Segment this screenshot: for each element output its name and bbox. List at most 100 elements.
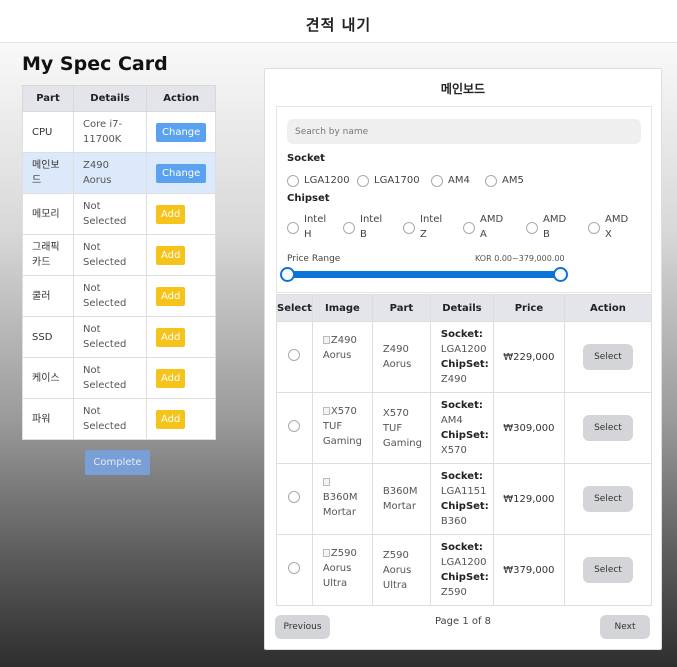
spec-row: 메모리 Not Selected Add [22, 193, 217, 235]
action-cell: Select [563, 321, 653, 393]
spec-action-cell: Add [145, 316, 217, 358]
price-slider-min-handle[interactable] [280, 267, 295, 282]
spec-details: Not Selected [73, 357, 147, 399]
spec-part: 메인보드 [22, 152, 74, 194]
select-cell [276, 321, 313, 393]
spec-part: CPU [22, 111, 74, 153]
spec-action-cell: Add [145, 275, 217, 317]
radio-icon [526, 222, 538, 234]
select-radio[interactable] [288, 490, 301, 503]
product-part: X570 TUF Gaming [371, 392, 431, 464]
spec-col-details: Details [73, 85, 147, 112]
product-part: Z490 Aorus [371, 321, 431, 393]
col-select: Select [276, 294, 313, 322]
spec-table: Part Details Action CPU Core i7-11700K C… [22, 85, 217, 440]
spec-card-title: My Spec Card [22, 53, 168, 75]
product-image: B360M Mortar [311, 463, 373, 535]
product-image: Z490 Aorus [311, 321, 373, 393]
radio-icon [343, 222, 355, 234]
spec-details: Core i7-11700K [73, 111, 147, 153]
spec-row: 케이스 Not Selected Add [22, 357, 217, 399]
radio-icon [403, 222, 415, 234]
product-header-row: Select Image Part Details Price Action [276, 294, 653, 322]
product-price: ₩309,000 [492, 392, 565, 464]
search-input[interactable] [287, 119, 641, 144]
add-button[interactable]: Add [156, 409, 186, 429]
spec-col-part: Part [22, 85, 74, 112]
spec-action-cell: Add [145, 398, 217, 440]
col-action: Action [563, 294, 653, 322]
select-cell [276, 392, 313, 464]
product-image: X570 TUF Gaming [311, 392, 373, 464]
spec-details: Not Selected [73, 234, 147, 276]
add-button[interactable]: Add [156, 245, 186, 265]
spec-part: 케이스 [22, 357, 74, 399]
broken-image-icon [322, 549, 330, 557]
select-radio[interactable] [288, 419, 301, 432]
change-button[interactable]: Change [156, 163, 207, 183]
chipset-label: Chipset [287, 193, 330, 204]
select-radio[interactable] [288, 561, 301, 574]
complete-button[interactable]: Complete [85, 450, 150, 475]
add-button[interactable]: Add [156, 327, 186, 347]
broken-image-icon [322, 407, 330, 415]
select-radio[interactable] [288, 348, 301, 361]
add-button[interactable]: Add [156, 368, 186, 388]
change-button[interactable]: Change [156, 122, 207, 142]
spec-part: 그래픽카드 [22, 234, 74, 276]
product-details: Socket: AM4 ChipSet: X570 [429, 392, 494, 464]
spec-action-cell: Add [145, 193, 217, 235]
select-button[interactable]: Select [583, 344, 633, 370]
select-cell [276, 534, 313, 606]
add-button[interactable]: Add [156, 286, 186, 306]
col-part: Part [371, 294, 431, 322]
product-price: ₩229,000 [492, 321, 565, 393]
spec-action-cell: Change [145, 111, 217, 153]
spec-action-cell: Add [145, 234, 217, 276]
spec-details: Not Selected [73, 193, 147, 235]
select-button[interactable]: Select [583, 486, 633, 512]
product-part: Z590 Aorus Ultra [371, 534, 431, 606]
next-button[interactable]: Next [600, 615, 650, 639]
price-range-label: Price Range [287, 254, 341, 264]
spec-header-row: Part Details Action [22, 85, 217, 112]
spec-part: 쿨러 [22, 275, 74, 317]
spec-row: 메인보드 Z490 Aorus Change [22, 152, 217, 194]
spec-part: 메모리 [22, 193, 74, 235]
price-slider-max-handle[interactable] [553, 267, 568, 282]
product-details: Socket: LGA1200 ChipSet: Z590 [429, 534, 494, 606]
product-price: ₩129,000 [492, 463, 565, 535]
price-slider-track[interactable] [287, 271, 561, 278]
product-details: Socket: LGA1200 ChipSet: Z490 [429, 321, 494, 393]
product-part: B360M Mortar [371, 463, 431, 535]
col-details: Details [429, 294, 494, 322]
select-button[interactable]: Select [583, 557, 633, 583]
broken-image-icon [322, 336, 330, 344]
broken-image-icon [322, 478, 330, 486]
spec-details: Not Selected [73, 316, 147, 358]
spec-details: Not Selected [73, 275, 147, 317]
spec-row: SSD Not Selected Add [22, 316, 217, 358]
select-button[interactable]: Select [583, 415, 633, 441]
radio-icon [588, 222, 600, 234]
spec-col-action: Action [145, 85, 217, 112]
spec-part: SSD [22, 316, 74, 358]
product-details: Socket: LGA1151 ChipSet: B360 [429, 463, 494, 535]
spec-row: CPU Core i7-11700K Change [22, 111, 217, 153]
spec-action-cell: Add [145, 357, 217, 399]
action-cell: Select [563, 463, 653, 535]
top-header: 견적 내기 [0, 0, 677, 43]
add-button[interactable]: Add [156, 204, 186, 224]
spec-row: 그래픽카드 Not Selected Add [22, 234, 217, 276]
radio-icon [287, 175, 299, 187]
panel-title: 메인보드 [440, 82, 486, 96]
radio-icon [463, 222, 475, 234]
select-cell [276, 463, 313, 535]
part-selector-panel: 메인보드 Socket LGA1200 LGA1700 AM4 AM5 Chip… [264, 68, 662, 650]
product-row: Z490 Aorus Z490 Aorus Socket: LGA1200 Chip… [276, 321, 653, 393]
page-title: 견적 내기 [305, 16, 372, 34]
filter-box: Socket LGA1200 LGA1700 AM4 AM5 Chipset I… [276, 106, 652, 293]
col-price: Price [492, 294, 565, 322]
spec-action-cell: Change [145, 152, 217, 194]
radio-icon [485, 175, 497, 187]
